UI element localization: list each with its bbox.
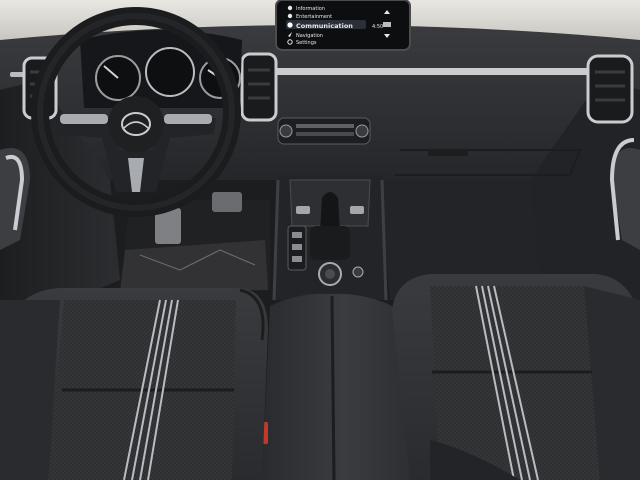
wheel-right-spoke-trim [164,114,212,124]
center-left-air-vent [240,52,278,122]
menu-item-entertainment: Entertainment [296,14,332,20]
menu-item-information: Information [296,6,325,12]
car-interior-photo: Information Entertainment Communication … [0,0,640,480]
right-air-vent [586,54,634,124]
screen-clock: 4:50 [372,24,383,30]
climate-control-panel [277,117,371,145]
menu-item-settings: Settings [296,40,317,46]
accelerator-pedal [212,192,242,212]
center-console [272,176,388,301]
passenger-seat [392,274,640,480]
wheel-left-spoke-trim [60,114,108,124]
info-icon [287,5,293,11]
interior-illustration: Information Entertainment Communication … [0,0,640,480]
menu-item-communication: Communication [296,22,353,30]
driver-seat [0,288,268,480]
dashboard-trim [270,68,590,75]
phone-icon [287,22,293,28]
shifter-boot [310,226,350,260]
music-icon [287,13,293,19]
menu-item-navigation: Navigation [296,33,323,39]
center-display-gauge [145,47,195,97]
